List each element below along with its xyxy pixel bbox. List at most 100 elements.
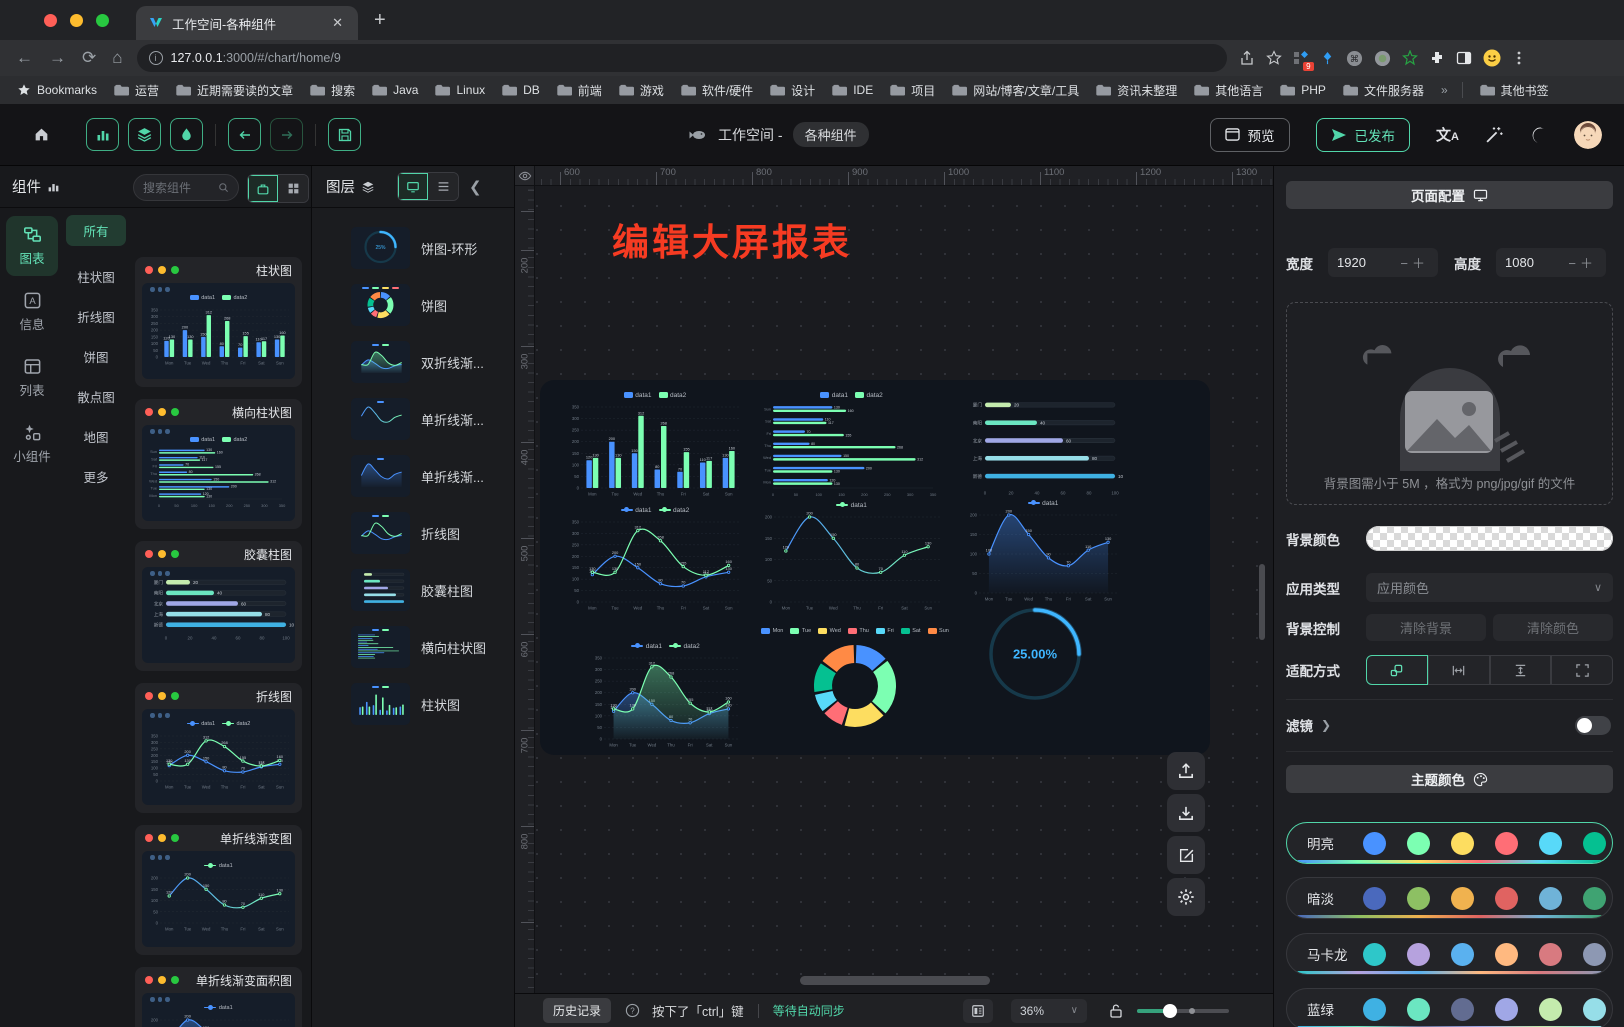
layer-item-单折线渐...[interactable]: 单折线渐...: [351, 398, 484, 440]
zoom-select[interactable]: 36%∨: [1011, 999, 1087, 1023]
other-bookmarks[interactable]: 其他书签: [1480, 82, 1549, 99]
list-view-toggle[interactable]: [428, 173, 458, 200]
briefcase-view-toggle[interactable]: [248, 175, 278, 202]
theme-color-dot[interactable]: [1407, 943, 1430, 966]
dark-mode-moon-icon[interactable]: [1530, 126, 1548, 144]
theme-color-dot[interactable]: [1363, 943, 1386, 966]
help-icon[interactable]: ?: [625, 1003, 640, 1018]
theme-color-dot[interactable]: [1583, 998, 1606, 1021]
theme-color-dot[interactable]: [1363, 832, 1386, 855]
new-tab-button[interactable]: +: [374, 10, 386, 30]
bookmark-folder[interactable]: PHP: [1280, 83, 1326, 97]
category-所有[interactable]: 所有: [66, 215, 126, 246]
bookmark-folder[interactable]: 资讯未整理: [1096, 82, 1177, 99]
dashboard-chart-line1[interactable]: data1050100150200MonTueWedThuFriSatSun12…: [758, 500, 945, 614]
canvas-text-title[interactable]: 编辑大屏报表: [612, 212, 852, 266]
theme-color-dot[interactable]: [1407, 887, 1430, 910]
sidebar-item-小组件[interactable]: 小组件: [6, 414, 58, 474]
bookmark-folder[interactable]: 其他语言: [1194, 82, 1263, 99]
dashboard-chart-line2[interactable]: data1data2050100150200250300350MonTueWed…: [565, 505, 745, 614]
theme-row-马卡龙[interactable]: 马卡龙: [1286, 933, 1613, 975]
layer-item-折线图[interactable]: 折线图: [351, 512, 460, 554]
redo-button[interactable]: [270, 118, 303, 151]
dashboard-chart-donut[interactable]: MonTueWedThuFriSatSun: [755, 626, 955, 738]
bookmarks-overflow[interactable]: »: [1441, 83, 1448, 97]
bookmark-folder[interactable]: 网站/博客/文章/工具: [952, 82, 1079, 99]
maximize-window-button[interactable]: [96, 14, 109, 27]
component-card-胶囊柱图[interactable]: 胶囊柱图厦门20南阳40北京60上海80新德100020406080100: [135, 541, 302, 671]
site-info-icon[interactable]: i: [149, 51, 163, 65]
theme-color-dot[interactable]: [1583, 943, 1606, 966]
category-散点图[interactable]: 散点图: [64, 387, 128, 406]
chart-panel-toggle-button[interactable]: [86, 118, 119, 151]
bookmark-folder[interactable]: 游戏: [619, 82, 664, 99]
theme-row-暗淡[interactable]: 暗淡: [1286, 877, 1613, 919]
traffic-lights[interactable]: [44, 14, 122, 27]
bookmark-folder[interactable]: 软件/硬件: [681, 82, 753, 99]
command-extension-icon[interactable]: ⌘: [1346, 50, 1363, 67]
layer-item-横向柱状图[interactable]: 横向柱状图: [351, 626, 486, 668]
fit-auto-button[interactable]: [1366, 655, 1428, 685]
layer-item-柱状图[interactable]: 柱状图: [351, 683, 460, 725]
chevron-right-icon[interactable]: ❯: [1321, 718, 1331, 732]
zoom-slider[interactable]: [1137, 1009, 1229, 1013]
forward-icon[interactable]: →: [49, 48, 66, 68]
theme-color-dot[interactable]: [1495, 998, 1518, 1021]
thumbnail-view-toggle[interactable]: [398, 173, 428, 200]
eye-icon[interactable]: [518, 169, 532, 183]
theme-color-dot[interactable]: [1451, 998, 1474, 1021]
close-window-button[interactable]: [44, 14, 57, 27]
magic-wand-icon[interactable]: [1485, 125, 1504, 144]
height-stepper[interactable]: −＋: [1568, 253, 1597, 272]
fit-full-button[interactable]: [1551, 655, 1613, 685]
user-avatar[interactable]: [1574, 121, 1602, 149]
bookmark-folder[interactable]: 前端: [557, 82, 602, 99]
component-card-柱状图[interactable]: 柱状图data1data2050100150200250300350MonTue…: [135, 257, 302, 387]
back-icon[interactable]: ←: [16, 48, 33, 68]
import-button[interactable]: [1167, 794, 1205, 832]
undo-button[interactable]: [228, 118, 261, 151]
share-icon[interactable]: [1239, 50, 1255, 66]
width-input[interactable]: 1920 −＋: [1328, 248, 1438, 277]
url-bar[interactable]: i 127.0.0.1:3000/#/chart/home/9: [137, 44, 1227, 72]
collapse-panel-icon[interactable]: ❮: [469, 178, 482, 196]
theme-color-dot[interactable]: [1495, 887, 1518, 910]
reload-icon[interactable]: ⟳: [82, 48, 96, 68]
slider-knob[interactable]: [1163, 1004, 1177, 1018]
clear-background-button[interactable]: 清除背景: [1366, 614, 1486, 641]
bookmark-folder[interactable]: 搜索: [310, 82, 355, 99]
browser-tab[interactable]: 工作空间-各种组件 ✕: [136, 6, 358, 40]
canvas-viewport[interactable]: 编辑大屏报表 data1data2050100150200250300350Mo…: [535, 186, 1273, 993]
layer-item-单折线渐...[interactable]: 单折线渐...: [351, 455, 484, 497]
layer-item-双折线渐...[interactable]: 双折线渐...: [351, 341, 484, 383]
clear-color-button[interactable]: 清除颜色: [1493, 614, 1613, 641]
extension-with-badge-icon[interactable]: 9: [1293, 50, 1309, 66]
dashboard-chart-area1[interactable]: data1050100150200MonTueWedThuFriSatSun10…: [963, 498, 1123, 605]
category-更多[interactable]: 更多: [64, 467, 128, 486]
dashboard-chart-capsule[interactable]: 厦门20南阳40北京60上海80新德100020406080100: [963, 396, 1123, 496]
page-config-header[interactable]: 页面配置: [1286, 181, 1613, 209]
theme-color-dot[interactable]: [1407, 998, 1430, 1021]
bookmark-folder[interactable]: Java: [372, 83, 418, 97]
edit-button[interactable]: [1167, 836, 1205, 874]
kite-extension-icon[interactable]: [1320, 51, 1335, 66]
theme-color-dot[interactable]: [1539, 998, 1562, 1021]
filter-panel-toggle-button[interactable]: [170, 118, 203, 151]
minimize-window-button[interactable]: [70, 14, 83, 27]
theme-color-dot[interactable]: [1539, 887, 1562, 910]
vertical-scrollbar[interactable]: [1259, 564, 1265, 640]
theme-color-dot[interactable]: [1451, 832, 1474, 855]
layer-item-胶囊柱图[interactable]: 胶囊柱图: [351, 569, 473, 611]
puzzle-extension-icon[interactable]: [1429, 50, 1445, 66]
theme-color-dot[interactable]: [1539, 832, 1562, 855]
background-upload-area[interactable]: 背景图需小于 5M ，格式为 png/jpg/gif 的文件: [1286, 302, 1613, 505]
bookmark-folder[interactable]: 文件服务器: [1343, 82, 1424, 99]
layers-panel-toggle-button[interactable]: [128, 118, 161, 151]
app-home-icon[interactable]: [33, 126, 50, 143]
category-折线图[interactable]: 折线图: [64, 307, 128, 326]
workspace-badge[interactable]: 各种组件: [793, 122, 869, 147]
dashboard-chart-progress[interactable]: 25.00%: [985, 604, 1085, 704]
dot-extension-icon[interactable]: [1374, 50, 1391, 67]
sidebar-item-图表[interactable]: 图表: [6, 216, 58, 276]
preview-button[interactable]: 预览: [1210, 118, 1290, 152]
